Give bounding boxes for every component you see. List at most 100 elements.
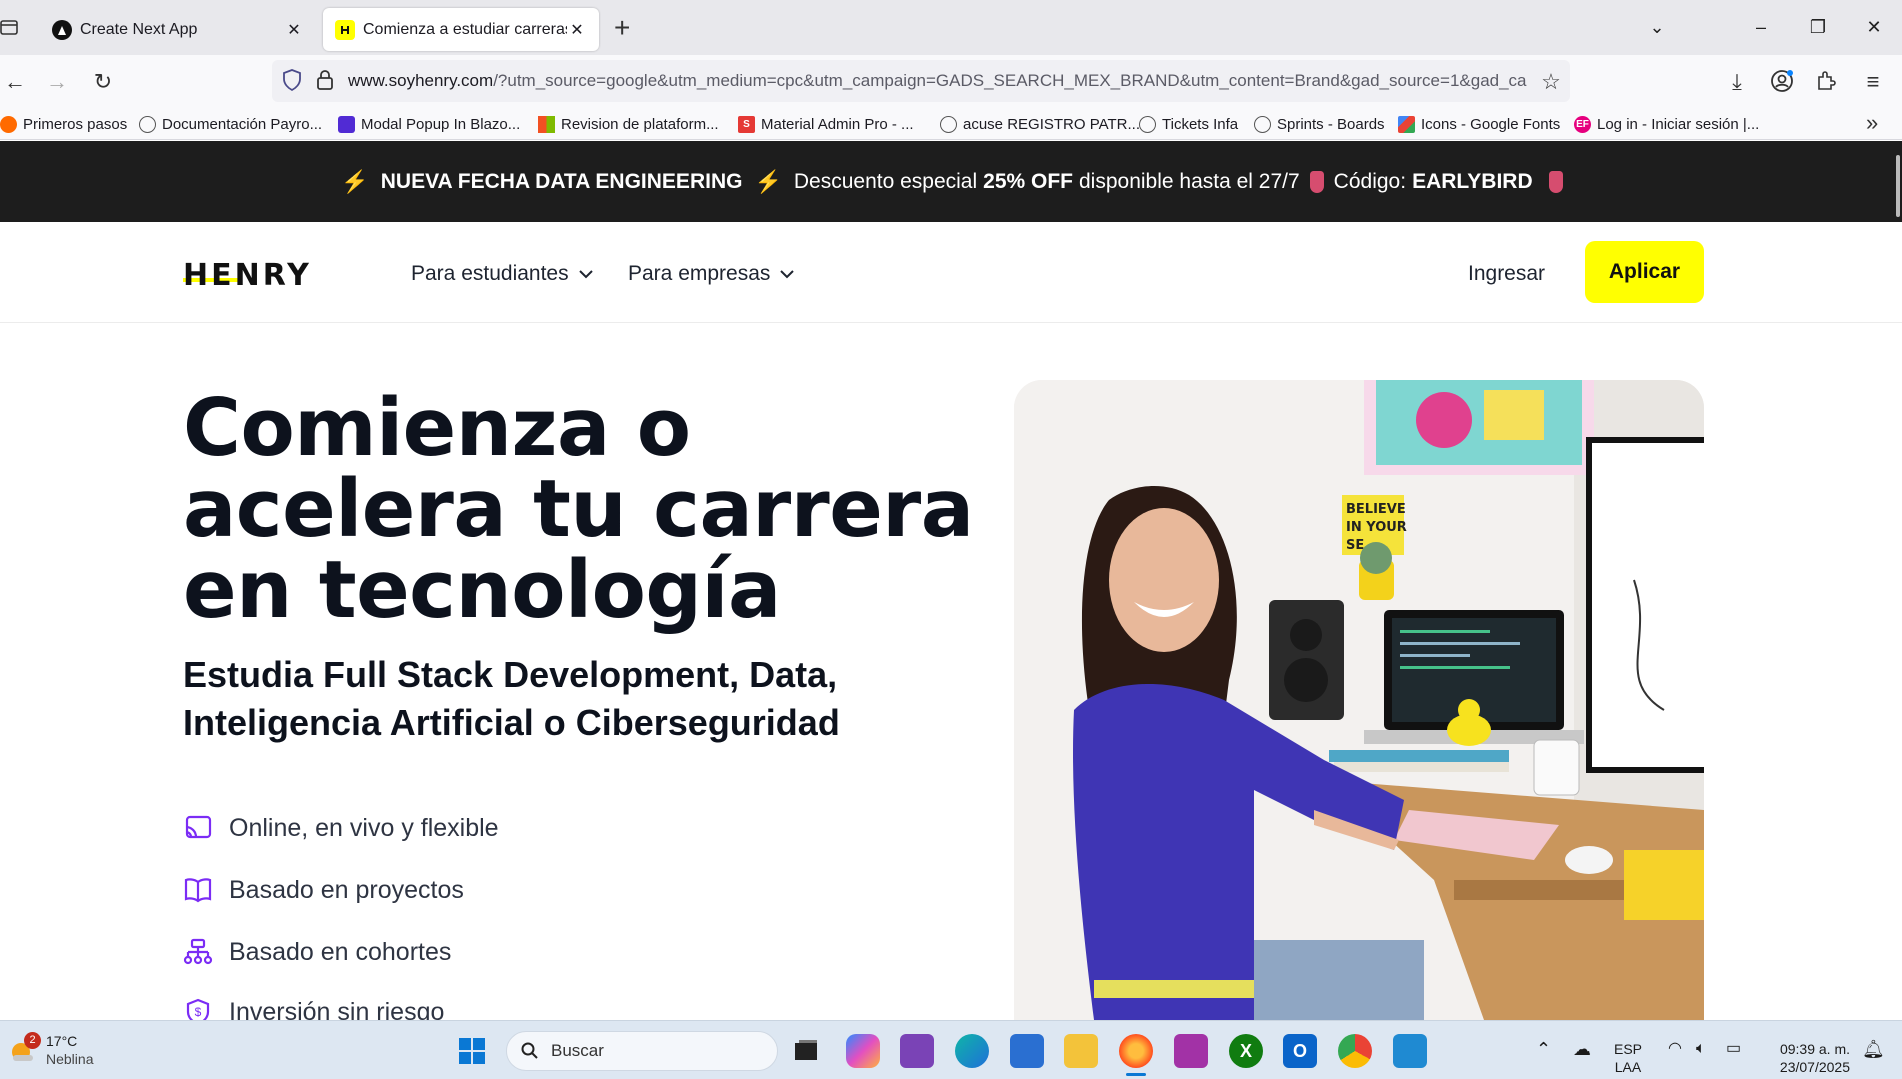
microsoft-icon [538,115,555,133]
reload-icon[interactable]: ↻ [88,67,118,97]
more-bookmarks-chevron-icon[interactable]: » [1866,110,1878,136]
bookmark-label: acuse REGISTRO PATR... [963,115,1140,133]
nav-para-empresas[interactable]: Para empresas [628,262,795,286]
list-all-tabs-chevron-icon[interactable]: ⌄ [1637,12,1677,42]
bookmark-tickets-infa[interactable]: Tickets Infa [1139,114,1238,134]
promo-headline: NUEVA FECHA DATA ENGINEERING [380,169,743,193]
nav-para-estudiantes[interactable]: Para estudiantes [411,262,593,286]
dollar-badge-icon: $ [183,998,213,1020]
feature-cohortes: Basado en cohortes [183,936,451,968]
xbox-icon[interactable]: X [1229,1034,1263,1068]
close-window-icon[interactable]: ✕ [1854,12,1894,42]
bookmark-revision-plataforma[interactable]: Revision de plataform... [538,114,719,134]
svg-text:$: $ [195,1005,202,1019]
promo-discount: 25% OFF [983,169,1073,193]
bookmark-primeros-pasos[interactable]: Primeros pasos [0,114,127,134]
tab-list-icon[interactable] [0,14,20,40]
search-placeholder: Buscar [551,1041,604,1060]
henry-logo[interactable]: HENRY [183,258,312,293]
url-domain: www.soyhenry.com [348,71,494,90]
wifi-icon[interactable]: ◠ [1668,1040,1682,1058]
input-language[interactable]: ESP LAA [1614,1040,1642,1076]
globe-icon [1139,115,1156,133]
feature-label: Online, en vivo y flexible [229,813,499,842]
feature-label: Inversión sin riesgo [229,998,445,1020]
file-explorer-icon[interactable] [1064,1034,1098,1068]
tab-henry[interactable]: Comienza a estudiar carreras en tecnolog… [323,8,599,51]
tab-close-icon[interactable]: ✕ [284,20,304,40]
bookmark-star-icon[interactable]: ☆ [1536,67,1566,97]
microsoft-store-icon[interactable] [1010,1034,1044,1068]
google-fonts-icon [1398,115,1415,133]
outlook-icon[interactable]: O [1283,1034,1317,1068]
nav-label: Para empresas [628,262,771,285]
chrome-icon[interactable] [1338,1034,1372,1068]
windows-start-icon[interactable] [455,1034,489,1068]
book-open-icon [183,876,213,904]
task-view-icon[interactable] [789,1034,823,1068]
lang-top: ESP [1614,1041,1643,1057]
pocket-app-icon[interactable] [1174,1034,1208,1068]
bookmark-material-admin-pro[interactable]: S Material Admin Pro - ... [738,114,914,134]
login-link[interactable]: Ingresar [1468,262,1545,286]
weather-badge: 2 [24,1032,41,1049]
firefox-icon [0,115,17,133]
chevron-down-icon [578,266,593,282]
downloads-icon[interactable]: ⤓ [1722,67,1752,97]
tab-title: Create Next App [80,20,198,38]
lock-icon[interactable] [316,69,334,96]
extensions-icon[interactable] [1815,69,1837,96]
poster-text: IN YOUR [1346,520,1407,535]
active-app-indicator [1126,1073,1146,1076]
account-icon[interactable] [1770,69,1794,98]
scrollbar-thumb[interactable] [1896,155,1900,217]
show-hidden-icons-chevron-icon[interactable]: ⌃ [1536,1040,1551,1058]
onedrive-offline-icon[interactable]: ☁ [1573,1040,1591,1058]
menu-hamburger-icon[interactable]: ≡ [1858,67,1888,97]
forward-arrow-icon[interactable]: → [42,67,72,97]
weather-widget[interactable]: 2 17°C Neblina [8,1030,93,1070]
tab-close-icon[interactable]: ✕ [567,20,587,40]
bookmark-label: Icons - Google Fonts [1421,115,1561,133]
bookmark-google-fonts[interactable]: Icons - Google Fonts [1398,114,1560,134]
visual-studio-icon[interactable] [900,1034,934,1068]
back-arrow-icon[interactable]: ← [0,67,30,97]
bookmark-sprints-boards[interactable]: Sprints - Boards [1254,114,1385,134]
minimize-icon[interactable]: – [1741,12,1781,42]
bookmark-documentacion-payro[interactable]: Documentación Payro... [139,114,322,134]
promo-code-label: Código: [1333,169,1407,193]
weather-desc: Neblina [46,1051,94,1067]
tab-create-next-app[interactable]: Create Next App ✕ [40,8,316,51]
taskbar-search[interactable]: Buscar [506,1031,778,1071]
new-tab-button[interactable]: + [614,12,630,44]
globe-icon [139,115,156,133]
restore-icon[interactable]: ❐ [1798,12,1838,42]
weather-temp: 17°C [46,1033,78,1049]
cast-icon [183,814,213,842]
chevron-down-icon [780,266,795,282]
tracking-shield-icon[interactable] [282,69,302,96]
clock[interactable]: 09:39 a. m. 23/07/2025 [1760,1040,1850,1076]
vscode-icon[interactable] [1393,1034,1427,1068]
org-chart-icon [183,938,213,966]
price-tag-icon [1309,170,1324,193]
nav-label: Para estudiantes [411,262,569,285]
apply-button[interactable]: Aplicar [1585,241,1704,303]
url-text[interactable]: www.soyhenry.com/?utm_source=google&utm_… [348,71,1528,91]
bookmark-modal-popup-blazor[interactable]: Modal Popup In Blazo... [338,114,520,134]
henry-favicon-icon [335,19,355,40]
copilot-icon[interactable] [846,1034,880,1068]
volume-icon[interactable]: 🔈︎ [1696,1040,1706,1058]
edge-icon[interactable] [955,1034,989,1068]
firefox-taskbar-icon[interactable] [1119,1034,1153,1068]
bookmark-label: Revision de plataform... [561,115,719,133]
bookmark-log-in[interactable]: EF Log in - Iniciar sesión |... [1574,114,1759,134]
globe-icon [940,115,957,133]
battery-icon[interactable]: ▭ [1726,1040,1741,1058]
notifications-bell-icon[interactable]: 🔔︎ [1862,1040,1885,1058]
url-path: /?utm_source=google&utm_medium=cpc&utm_c… [493,71,1527,90]
hero-title: Comienza o acelera tu carrera en tecnolo… [183,382,974,636]
bookmark-acuse-registro[interactable]: acuse REGISTRO PATR... [940,114,1140,134]
globe-icon [1254,115,1271,133]
bookmark-label: Sprints - Boards [1277,115,1385,133]
